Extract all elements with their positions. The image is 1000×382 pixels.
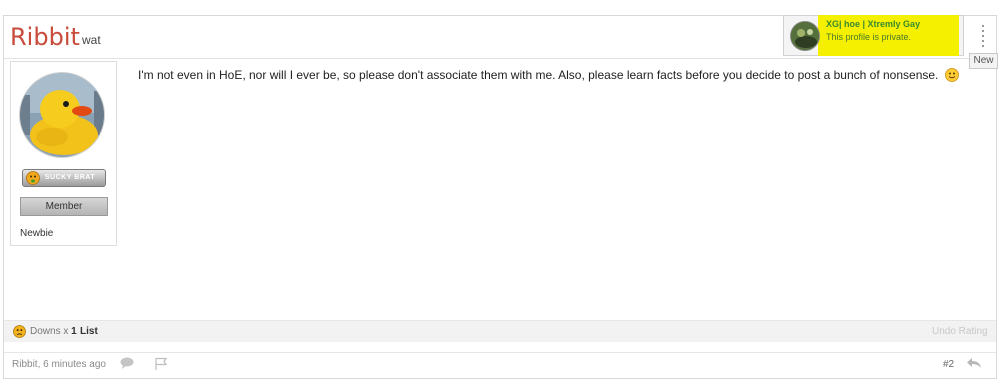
smiley-icon <box>944 68 959 82</box>
username-link[interactable]: Ribbit <box>10 23 80 51</box>
rating-count: 1 <box>71 326 77 337</box>
rank-title: Newbie <box>20 228 54 239</box>
rating-summary: Downs x 1 <box>30 326 77 337</box>
post-message-text: I'm not even in HoE, nor will I ever be,… <box>138 68 939 82</box>
post-author-time[interactable]: Ribbit, 6 minutes ago <box>12 359 106 370</box>
comment-icon[interactable] <box>120 357 134 369</box>
sad-face-icon <box>13 325 26 338</box>
rating-bar <box>4 320 996 342</box>
sad-face-icon <box>26 171 40 185</box>
rating-list-link[interactable]: List <box>80 326 98 337</box>
profile-card-avatar[interactable] <box>790 21 820 51</box>
profile-card-status: This profile is private. <box>826 32 912 42</box>
profile-card-name[interactable]: XG| hoe | Xtremly Gay <box>826 19 920 29</box>
rank-badge-label: SUCKY BRAT <box>44 174 96 181</box>
post-number-link[interactable]: #2 <box>943 359 954 370</box>
footer-divider <box>4 352 996 353</box>
flag-icon[interactable] <box>154 357 168 370</box>
post-message: I'm not even in HoE, nor will I ever be,… <box>138 68 959 82</box>
rating-label-text: Downs x <box>30 326 69 337</box>
rank-badge: SUCKY BRAT <box>22 169 106 187</box>
drag-grip-icon[interactable] <box>976 21 990 55</box>
member-group-bar: Member <box>20 197 108 216</box>
undo-rating-link[interactable]: Undo Rating <box>932 326 988 337</box>
duck-avatar[interactable] <box>19 72 105 158</box>
new-post-tag: New <box>969 53 998 69</box>
reply-icon[interactable] <box>966 357 982 369</box>
user-title: wat <box>82 33 101 47</box>
